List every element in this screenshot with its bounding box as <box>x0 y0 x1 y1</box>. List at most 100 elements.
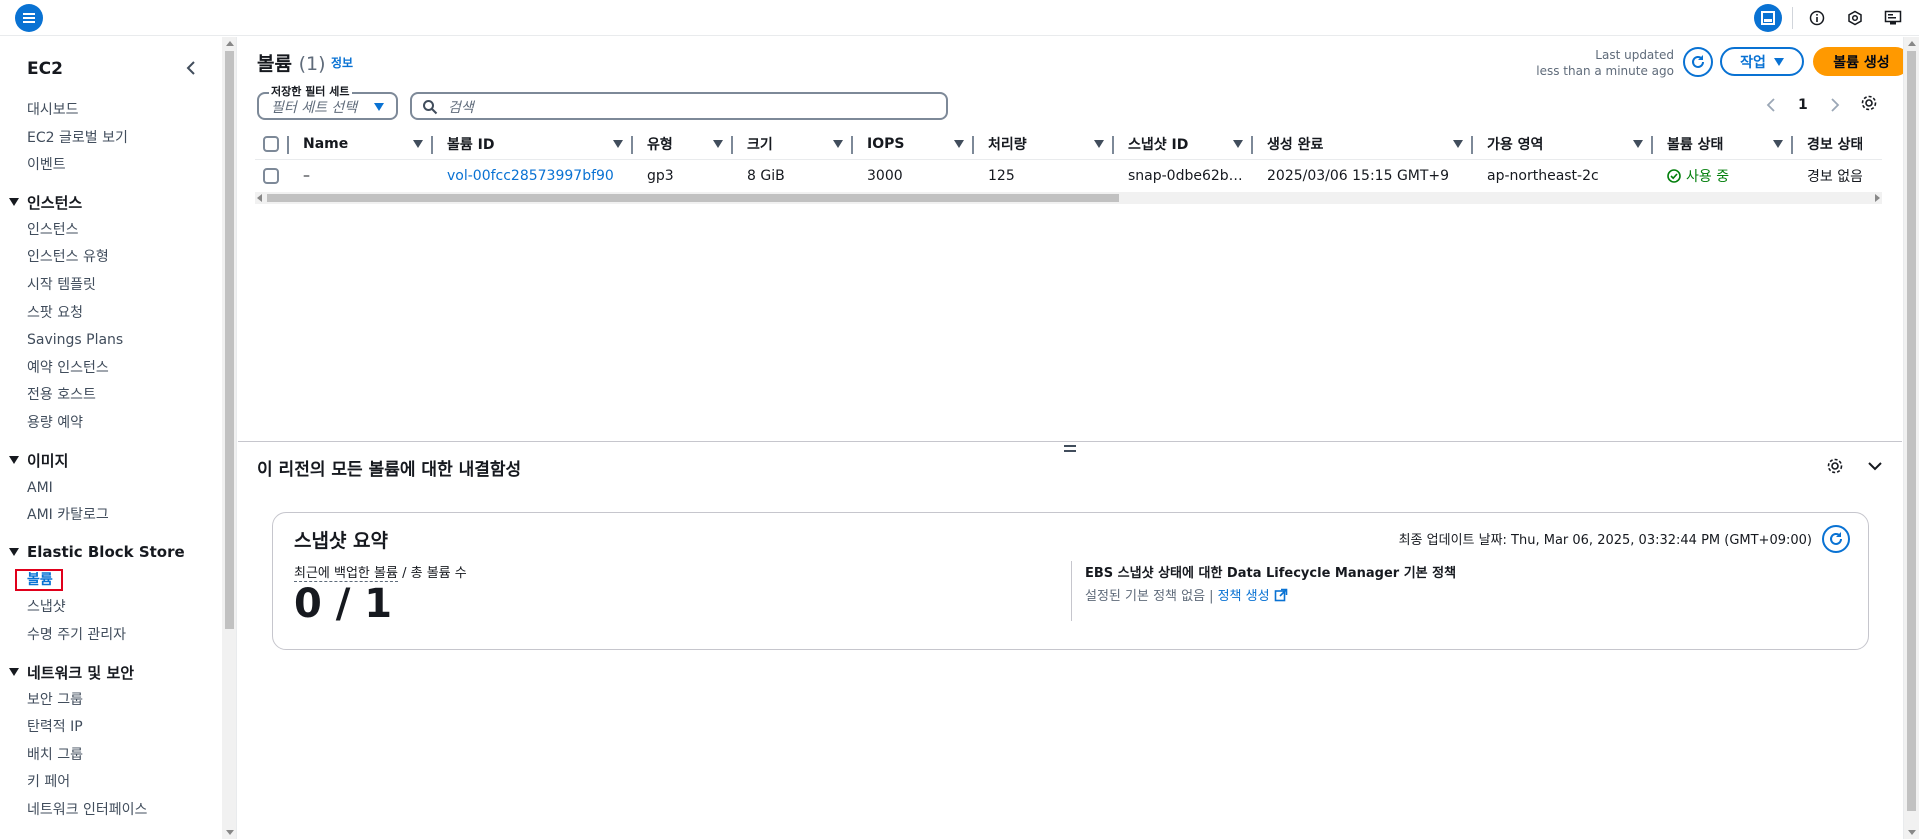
sidebar-item-spot-requests[interactable]: 스팟 요청 <box>0 300 222 328</box>
drag-handle-icon[interactable] <box>1064 445 1076 455</box>
sidebar-item-reserved-instances[interactable]: 예약 인스턴스 <box>0 355 222 383</box>
info-link[interactable]: 정보 <box>331 54 353 71</box>
section-title: Elastic Block Store <box>27 543 185 562</box>
column-header-size[interactable]: 크기 <box>733 128 853 160</box>
column-header-availability-zone[interactable]: 가용 영역 <box>1473 128 1653 160</box>
last-updated: Last updated less than a minute ago <box>1528 47 1674 79</box>
sidebar-item-network-interfaces[interactable]: 네트워크 인터페이스 <box>0 797 222 825</box>
sort-icon <box>1094 139 1104 148</box>
sidebar-item-lifecycle-manager[interactable]: 수명 주기 관리자 <box>0 622 222 650</box>
cell-volume-id-link[interactable]: vol-00fcc28573997bf90 <box>433 160 633 192</box>
refresh-icon <box>1830 532 1842 545</box>
column-header-volume-state[interactable]: 볼륨 상태 <box>1653 128 1793 160</box>
create-policy-link[interactable]: 정책 생성 <box>1218 585 1270 604</box>
gear-icon[interactable] <box>1826 457 1844 479</box>
chevron-down-icon[interactable] <box>1866 457 1884 479</box>
search-input[interactable]: 검색 <box>410 92 948 120</box>
column-label: 스냅샷 ID <box>1128 136 1189 153</box>
sidebar-item-key-pairs[interactable]: 키 페어 <box>0 769 222 797</box>
row-checkbox[interactable] <box>263 168 279 184</box>
volumes-table: Name 볼륨 ID 유형 크기 IOPS 처리량 스냅샷 ID 생성 완료 가… <box>255 128 1882 192</box>
gear-icon[interactable] <box>1860 94 1878 116</box>
column-header-volume-id[interactable]: 볼륨 ID <box>433 128 633 160</box>
select-all-checkbox[interactable] <box>263 135 279 152</box>
scroll-down-arrow[interactable] <box>226 830 234 835</box>
sidebar-section-instances[interactable]: 인스턴스 <box>0 188 222 217</box>
sidebar-item-launch-templates[interactable]: 시작 템플릿 <box>0 272 222 300</box>
column-header-name[interactable]: Name <box>289 128 433 160</box>
cell-iops: 3000 <box>867 168 903 184</box>
refresh-button[interactable] <box>1683 47 1713 77</box>
saved-filter-set-select[interactable]: 저장한 필터 세트 필터 세트 선택 <box>257 83 398 120</box>
column-header-snapshot-id[interactable]: 스냅샷 ID <box>1114 128 1253 160</box>
column-header-created[interactable]: 생성 완료 <box>1253 128 1473 160</box>
hexagon-settings-icon[interactable] <box>1841 4 1869 32</box>
column-header-throughput[interactable]: 처리량 <box>974 128 1114 160</box>
split-panel-divider <box>238 441 1902 442</box>
column-header-type[interactable]: 유형 <box>633 128 733 160</box>
column-label: 볼륨 상태 <box>1667 136 1724 153</box>
menu-icon[interactable] <box>15 4 43 32</box>
sidebar-item-events[interactable]: 이벤트 <box>0 152 222 180</box>
sidebar-item-capacity-reservations[interactable]: 용량 예약 <box>0 410 222 438</box>
sidebar-item-security-groups[interactable]: 보안 그룹 <box>0 687 222 715</box>
sidebar-section-ebs[interactable]: Elastic Block Store <box>0 538 222 567</box>
page-title: 볼륨 (1) <box>257 49 326 76</box>
page-number[interactable]: 1 <box>1798 97 1808 113</box>
sidebar-title[interactable]: EC2 <box>27 59 63 79</box>
sidebar-item-instances[interactable]: 인스턴스 <box>0 217 222 245</box>
main-content: 볼륨 (1) 정보 Last updated less than a minut… <box>238 37 1910 839</box>
scroll-left-arrow[interactable] <box>257 194 262 202</box>
sidebar-item-dedicated-hosts[interactable]: 전용 호스트 <box>0 382 222 410</box>
column-header-iops[interactable]: IOPS <box>853 128 974 160</box>
sidebar-scrollbar[interactable] <box>222 37 237 839</box>
table-row[interactable]: – vol-00fcc28573997bf90 gp3 8 GiB 3000 1… <box>255 160 1882 192</box>
toolbar-divider <box>1792 7 1793 29</box>
sidebar-item-snapshots[interactable]: 스냅샷 <box>0 594 222 622</box>
sidebar-item-global-view[interactable]: EC2 글로벌 보기 <box>0 125 222 153</box>
info-icon[interactable] <box>1803 4 1831 32</box>
split-panel-icon[interactable] <box>1754 4 1782 32</box>
column-label: 처리량 <box>988 136 1027 153</box>
sidebar-item-instance-types[interactable]: 인스턴스 유형 <box>0 244 222 272</box>
scroll-right-arrow[interactable] <box>1875 194 1880 202</box>
sidebar-item-ami-catalog[interactable]: AMI 카탈로그 <box>0 502 222 530</box>
caret-down-icon <box>374 103 384 111</box>
column-label: 크기 <box>747 136 773 153</box>
actions-button[interactable]: 작업 <box>1720 47 1804 76</box>
main-scrollbar[interactable] <box>1903 37 1919 839</box>
sidebar-item-volumes[interactable]: 볼륨 <box>0 567 222 595</box>
section-title: 인스턴스 <box>27 193 83 212</box>
scroll-down-arrow[interactable] <box>1908 830 1916 835</box>
sidebar-item-elastic-ips[interactable]: 탄력적 IP <box>0 714 222 742</box>
sidebar-item-placement-groups[interactable]: 배치 그룹 <box>0 742 222 770</box>
sidebar-item-dashboard[interactable]: 대시보드 <box>0 97 222 125</box>
scroll-up-arrow[interactable] <box>226 41 234 46</box>
search-placeholder: 검색 <box>448 100 474 116</box>
sidebar-item-savings-plans[interactable]: Savings Plans <box>0 327 222 355</box>
chevron-right-icon <box>1831 98 1840 112</box>
dlm-policy-title: EBS 스냅샷 상태에 대한 Data Lifecycle Manager 기본… <box>1085 566 1457 581</box>
column-header-alarm-status[interactable]: 경보 상태 <box>1793 128 1862 160</box>
status-text: 사용 중 <box>1686 169 1730 185</box>
dlm-policy-status-text: 설정된 기본 정책 없음 | <box>1085 589 1214 604</box>
sidebar-item-ami[interactable]: AMI <box>0 475 222 503</box>
scrollbar-thumb[interactable] <box>225 51 234 629</box>
refresh-button[interactable] <box>1822 525 1850 553</box>
cell-name: – <box>303 168 310 184</box>
column-label: IOPS <box>867 135 905 152</box>
refresh-icon <box>1692 55 1704 68</box>
scrollbar-thumb[interactable] <box>1907 51 1916 811</box>
chevron-left-icon[interactable] <box>184 60 200 76</box>
scroll-up-arrow[interactable] <box>1908 41 1916 46</box>
create-volume-button[interactable]: 볼륨 생성 <box>1813 47 1910 76</box>
feedback-icon[interactable] <box>1879 4 1907 32</box>
sidebar-section-images[interactable]: 이미지 <box>0 446 222 475</box>
backup-label-underlined[interactable]: 최근에 백업한 볼륨 <box>294 566 398 582</box>
sort-icon <box>1453 139 1463 148</box>
card-divider <box>1071 561 1072 621</box>
table-horizontal-scrollbar[interactable] <box>255 192 1882 204</box>
last-updated-value: less than a minute ago <box>1536 64 1674 78</box>
scrollbar-thumb[interactable] <box>267 194 1119 202</box>
sidebar-section-network-security[interactable]: 네트워크 및 보안 <box>0 658 222 687</box>
